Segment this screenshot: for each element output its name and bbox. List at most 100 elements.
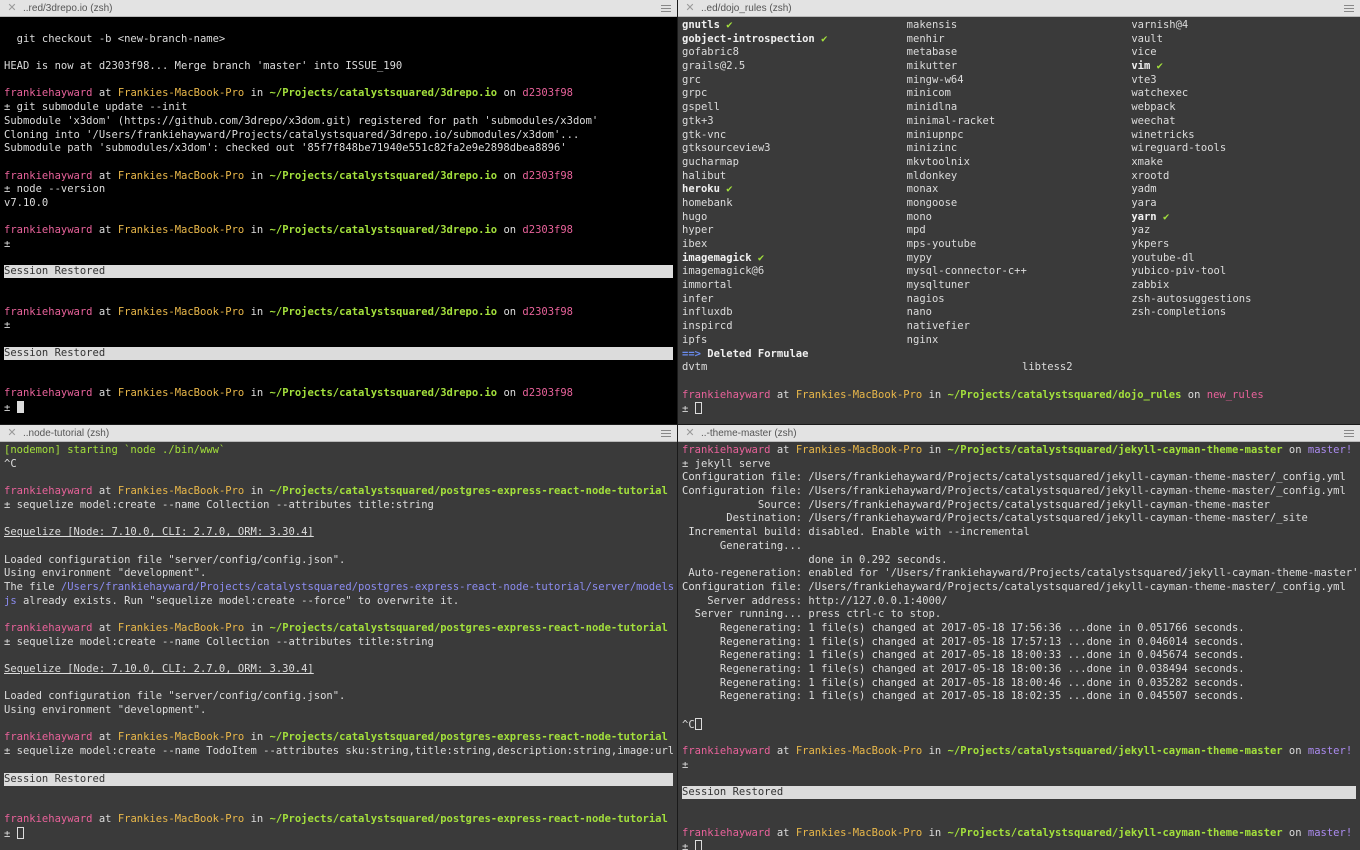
pane-titlebar[interactable]: ✕ ..ed/dojo_rules (zsh) (678, 0, 1360, 17)
output-line[interactable]: ± (4, 826, 673, 841)
terminal-output[interactable]: [nodemon] starting `node ./bin/www` ^C fra… (0, 442, 677, 850)
formula-item: varnish@4 (1131, 19, 1356, 33)
output-line: [nodemon] starting `node ./bin/www` (4, 444, 673, 458)
output-line: ^C (4, 458, 673, 472)
formula-name: yaz (1131, 224, 1151, 237)
output-line: v7.10.0 (4, 197, 673, 211)
formula-item: gnutls ✔ (682, 19, 907, 33)
pane-divider-horizontal[interactable] (0, 424, 1360, 425)
output-line: ± sequelize model:create --name Collecti… (4, 499, 673, 513)
formula-name: wireguard-tools (1131, 142, 1227, 155)
formula-name: minicom (906, 87, 951, 100)
prompt-branch: master! (1307, 745, 1353, 758)
hamburger-menu-icon[interactable] (661, 5, 671, 12)
formula-name: heroku (682, 183, 720, 196)
prompt-on: on (1282, 745, 1308, 758)
formula-item: vte3 (1131, 74, 1356, 88)
terminal-output[interactable]: frankiehayward at Frankies-MacBook-Pro i… (678, 442, 1360, 850)
formula-item: mps-youtube (907, 238, 1132, 252)
formula-item: gucharmap (682, 156, 907, 170)
close-icon[interactable]: ✕ (685, 425, 695, 442)
output-line: Loaded configuration file "server/config… (4, 690, 673, 704)
hamburger-menu-icon[interactable] (1344, 430, 1354, 437)
output-line[interactable]: ± (4, 400, 673, 415)
formula-item: nagios (907, 293, 1132, 307)
session-restored-banner: Session Restored (682, 786, 1356, 800)
pane-jekyll-theme[interactable]: ✕ ..-theme-master (zsh) frankiehayward a… (678, 425, 1360, 850)
pane-node-tutorial[interactable]: ✕ ..node-tutorial (zsh) [nodemon] starti… (0, 425, 677, 850)
prompt-path: ~/Projects/catalystsquared/3drepo.io (269, 169, 498, 182)
prompt-branch: master! (1307, 826, 1353, 839)
prompt-user: frankiehayward (4, 812, 93, 825)
formula-name: ipfs (682, 333, 708, 346)
hamburger-menu-icon[interactable] (1344, 5, 1354, 12)
output-line: Using environment "development". (4, 567, 673, 581)
prompt-in: in (922, 745, 948, 758)
formula-item: minicom (907, 87, 1132, 101)
prompt-user: frankiehayward (4, 731, 93, 744)
prompt-on: on (497, 224, 523, 237)
terminal-output[interactable]: git checkout -b <new-branch-name> HEAD is… (0, 17, 677, 424)
formula-name: mps-youtube (906, 238, 977, 250)
prompt-on: on (668, 731, 673, 743)
file-path-link[interactable]: js (4, 595, 17, 607)
pane-titlebar[interactable]: ✕ ..-theme-master (zsh) (678, 425, 1360, 442)
shell-prompt: frankiehayward at Frankies-MacBook-Pro i… (682, 444, 1356, 458)
prompt-in: in (244, 621, 270, 634)
output-line: ± jekyll serve (682, 458, 1356, 472)
prompt-on: on (668, 813, 673, 825)
formula-item: xrootd (1131, 170, 1356, 184)
formula-name: influxdb (682, 306, 733, 319)
terminal-output[interactable]: gnutls ✔ gobject-introspection ✔ gofabric8… (678, 17, 1360, 424)
close-icon[interactable]: ✕ (7, 425, 17, 442)
session-restored-banner: Session Restored (4, 772, 673, 786)
pane-3drepo[interactable]: ✕ ..red/3drepo.io (zsh) git checkout -b … (0, 0, 677, 424)
close-icon[interactable]: ✕ (7, 0, 17, 17)
prompt-in: in (244, 87, 270, 100)
output-line: git checkout -b <new-branch-name> (4, 33, 673, 47)
file-path-link[interactable]: /Users/frankiehayward/Projects/catalysts… (61, 581, 673, 593)
pane-dojo-rules[interactable]: ✕ ..ed/dojo_rules (zsh) gnutls ✔ gobject-… (678, 0, 1360, 424)
formula-name: xrootd (1131, 169, 1170, 182)
formula-name: halibut (682, 169, 727, 182)
prompt-path: ~/Projects/catalystsquared/3drepo.io (269, 305, 498, 318)
cursor (16, 826, 24, 839)
pane-title: ..ed/dojo_rules (zsh) (701, 3, 792, 14)
prompt-path: ~/Projects/catalystsquared/jekyll-cayman… (947, 444, 1283, 456)
formula-name: grails@2.5 (682, 60, 746, 73)
line-text: ± jekyll serve (682, 457, 771, 470)
checkmark-icon: ✔ (757, 251, 765, 264)
hamburger-menu-icon[interactable] (661, 430, 671, 437)
prompt-user: frankiehayward (4, 305, 93, 318)
pane-titlebar[interactable]: ✕ ..red/3drepo.io (zsh) (0, 0, 677, 17)
formula-item: immortal (682, 279, 907, 293)
output-line: Regenerating: 1 file(s) changed at 2017-… (682, 649, 1356, 663)
pane-titlebar[interactable]: ✕ ..node-tutorial (zsh) (0, 425, 677, 442)
formula-name: minizinc (906, 142, 958, 155)
line-text: Regenerating: 1 file(s) changed at 2017-… (682, 621, 1245, 634)
prompt-path: ~/Projects/catalystsquared/jekyll-cayman… (947, 745, 1283, 758)
prompt-path: ~/Projects/catalystsquared/jekyll-cayman… (947, 826, 1283, 839)
command-line[interactable]: ± (682, 402, 1356, 416)
prompt-in: in (244, 387, 270, 400)
formula-name: hyper (682, 224, 714, 237)
output-line[interactable]: ^C (682, 717, 1356, 732)
formula-item: mldonkey (907, 170, 1132, 184)
cursor (16, 400, 24, 413)
prompt-at: at (92, 224, 118, 237)
formula-item: nativefier (907, 320, 1132, 334)
formula-item: hugo (682, 211, 907, 225)
prompt-path: ~/Projects/catalystsquared/postgres-expr… (269, 621, 668, 634)
pane-divider-vertical[interactable] (677, 0, 678, 850)
close-icon[interactable]: ✕ (685, 0, 695, 17)
formula-name: inspircd (682, 320, 733, 333)
output-line: ± (4, 319, 673, 333)
formula-name: gtksourceview3 (682, 142, 771, 155)
line-text: Auto-regeneration: enabled for '/Users/f… (682, 567, 1356, 580)
formula-name: watchexec (1131, 87, 1189, 100)
shell-prompt: frankiehayward at Frankies-MacBook-Pro i… (4, 306, 673, 320)
output-line[interactable]: ± (682, 840, 1356, 850)
